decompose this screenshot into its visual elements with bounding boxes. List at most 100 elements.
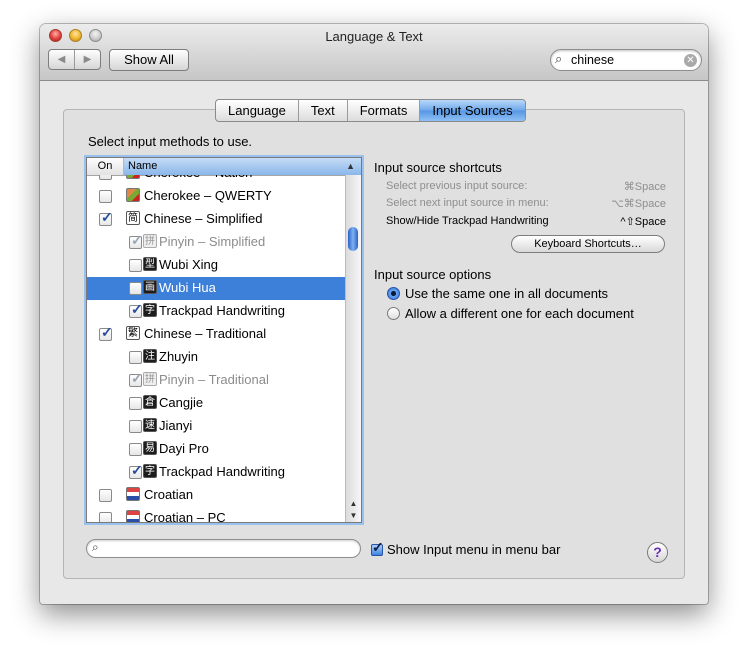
list-item[interactable]: 倉 Cangjie xyxy=(87,392,347,415)
radio-label: Use the same one in all documents xyxy=(405,286,609,301)
list-item-label: Cherokee – QWERTY xyxy=(144,188,272,203)
list-item-label: Pinyin – Simplified xyxy=(159,234,266,249)
help-button[interactable]: ? xyxy=(647,542,668,563)
show-all-button[interactable]: Show All xyxy=(109,49,189,71)
enable-checkbox[interactable] xyxy=(129,420,142,433)
enable-checkbox[interactable] xyxy=(99,489,112,502)
list-item[interactable]: 型 Wubi Xing xyxy=(87,254,347,277)
preferences-window: Language & Text ◀ ▶ Show All ⌕ chinese ✕… xyxy=(40,24,708,604)
back-arrow-icon[interactable]: ◀ xyxy=(49,50,74,69)
list-item[interactable]: Cherokee – Nation xyxy=(87,175,347,185)
enable-checkbox[interactable]: ✓ xyxy=(129,301,143,318)
list-item[interactable]: 速 Jianyi xyxy=(87,415,347,438)
tab-input-sources[interactable]: Input Sources xyxy=(419,100,525,121)
checkmark-icon: ✓ xyxy=(131,232,143,248)
checkmark-icon: ✓ xyxy=(101,209,113,225)
input-sources-list[interactable]: On Name ▲ Cherokee – Nation Cherokee – QW… xyxy=(86,157,362,523)
radio-label: Allow a different one for each document xyxy=(405,306,634,321)
enable-checkbox[interactable]: ✓ xyxy=(129,232,143,249)
instructions-label: Select input methods to use. xyxy=(88,134,253,149)
chinese-simplified-icon: 简 xyxy=(126,211,140,225)
radio-button[interactable] xyxy=(387,307,400,320)
enable-checkbox[interactable]: ✓ xyxy=(129,462,143,479)
scrollbar-thumb[interactable] xyxy=(348,227,358,251)
list-filter-field[interactable]: ⌕ xyxy=(86,539,361,558)
keyboard-shortcuts-button[interactable]: Keyboard Shortcuts… xyxy=(511,235,665,253)
list-item[interactable]: ✓ 简 Chinese – Simplified xyxy=(87,208,347,231)
list-rows: Cherokee – Nation Cherokee – QWERTY ✓ 简 Chin… xyxy=(87,175,347,522)
enable-checkbox[interactable] xyxy=(129,282,142,295)
shortcut-label: Select previous input source: xyxy=(386,180,528,192)
shortcuts-title: Input source shortcuts xyxy=(374,160,502,175)
shortcut-key[interactable]: ^⇧Space xyxy=(620,215,666,228)
option-radio[interactable]: Allow a different one for each document xyxy=(387,306,634,321)
scroll-down-icon[interactable]: ▼ xyxy=(346,511,361,520)
list-item[interactable]: ✓ 拼 Pinyin – Simplified xyxy=(87,231,347,254)
list-item-label: Wubi Hua xyxy=(159,280,216,295)
shortcut-key[interactable]: ⌥⌘Space xyxy=(611,197,666,210)
enable-checkbox[interactable]: ✓ xyxy=(99,324,113,341)
list-item-label: Trackpad Handwriting xyxy=(159,303,285,318)
enable-checkbox[interactable] xyxy=(129,443,142,456)
scroll-up-icon[interactable]: ▲ xyxy=(346,499,361,508)
enable-checkbox[interactable] xyxy=(99,175,112,180)
list-item[interactable]: 注 Zhuyin xyxy=(87,346,347,369)
enable-checkbox[interactable] xyxy=(99,190,112,203)
pinyin-icon: 拼 xyxy=(143,372,157,386)
list-item[interactable]: Croatian – PC xyxy=(87,507,347,522)
show-input-menu-check[interactable]: ✓ xyxy=(371,539,384,556)
clear-search-icon[interactable]: ✕ xyxy=(684,54,697,67)
search-input[interactable]: chinese xyxy=(571,53,614,67)
list-item-label: Pinyin – Traditional xyxy=(159,372,269,387)
tab-language[interactable]: Language xyxy=(216,100,298,121)
search-field[interactable]: ⌕ chinese ✕ xyxy=(550,49,702,71)
list-item-label: Croatian xyxy=(144,487,194,502)
sort-ascending-icon: ▲ xyxy=(346,161,355,171)
list-item-label: Trackpad Handwriting xyxy=(159,464,285,479)
list-item[interactable]: Croatian xyxy=(87,484,347,507)
checkmark-icon: ✓ xyxy=(131,462,143,478)
vertical-scrollbar[interactable]: ▲ ▼ xyxy=(345,175,361,522)
enable-checkbox[interactable]: ✓ xyxy=(129,370,143,387)
forward-arrow-icon[interactable]: ▶ xyxy=(74,50,100,69)
list-item[interactable]: ✓ 拼 Pinyin – Traditional xyxy=(87,369,347,392)
show-input-menu-label: Show Input menu in menu bar xyxy=(387,542,561,557)
shortcut-label: Show/Hide Trackpad Handwriting xyxy=(386,215,549,227)
chinese-traditional-icon: 繁 xyxy=(126,326,140,340)
list-item-label: Wubi Xing xyxy=(159,257,219,272)
list-item[interactable]: 画 Wubi Hua xyxy=(87,277,347,300)
pinyin-icon: 拼 xyxy=(143,234,157,248)
list-item[interactable]: ✓ 字 Trackpad Handwriting xyxy=(87,300,347,323)
list-item[interactable]: ✓ 繁 Chinese – Traditional xyxy=(87,323,347,346)
column-header-name[interactable]: Name ▲ xyxy=(124,158,361,175)
enable-checkbox[interactable] xyxy=(129,259,142,272)
tab-text[interactable]: Text xyxy=(297,100,347,121)
option-radio[interactable]: Use the same one in all documents xyxy=(387,286,608,301)
cherokee-flag-icon xyxy=(126,188,140,202)
checkmark-icon: ✓ xyxy=(131,370,143,386)
enable-checkbox[interactable] xyxy=(129,351,142,364)
wubi-xing-icon: 型 xyxy=(143,257,157,271)
tab-formats[interactable]: Formats xyxy=(346,100,420,121)
enable-checkbox[interactable] xyxy=(99,512,112,522)
list-item-label: Chinese – Traditional xyxy=(144,326,267,341)
search-icon: ⌕ xyxy=(92,540,99,554)
list-item[interactable]: ✓ 字 Trackpad Handwriting xyxy=(87,461,347,484)
tab-bar: Language Text Formats Input Sources xyxy=(215,99,526,122)
croatia-flag-icon xyxy=(126,510,140,522)
enable-checkbox[interactable] xyxy=(129,397,142,410)
radio-button[interactable] xyxy=(387,287,400,300)
enable-checkbox[interactable]: ✓ xyxy=(99,209,113,226)
show-input-menu-checkbox[interactable]: ✓ Show Input menu in menu bar xyxy=(371,539,561,557)
column-header-on[interactable]: On xyxy=(87,158,124,175)
cherokee-flag-icon xyxy=(126,175,140,179)
shortcut-label: Select next input source in menu: xyxy=(386,197,549,209)
list-item[interactable]: 易 Dayi Pro xyxy=(87,438,347,461)
column-header-name-label: Name xyxy=(128,160,158,172)
shortcut-key[interactable]: ⌘Space xyxy=(624,180,666,193)
list-item-label: Cangjie xyxy=(159,395,204,410)
cangjie-icon: 倉 xyxy=(143,395,157,409)
list-item[interactable]: Cherokee – QWERTY xyxy=(87,185,347,208)
window-title: Language & Text xyxy=(325,29,423,44)
list-item-label: Croatian – PC xyxy=(144,510,226,522)
